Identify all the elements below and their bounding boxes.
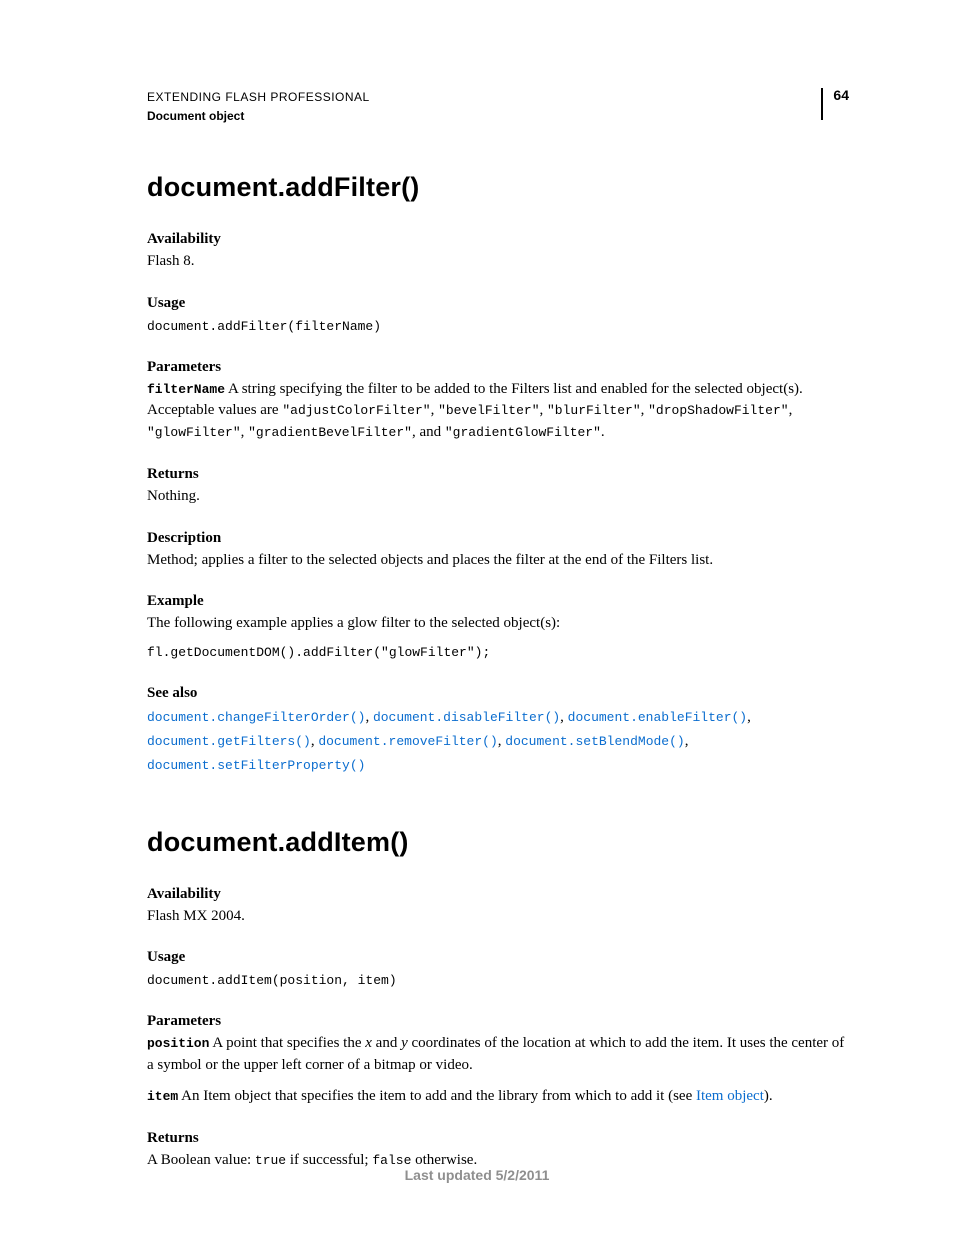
param-position-text: position A point that specifies the x an… (147, 1033, 849, 1077)
label-seealso: See also (147, 685, 849, 702)
link-enablefilter[interactable]: document.enableFilter() (568, 710, 747, 725)
link-item-object[interactable]: Item object (696, 1088, 764, 1104)
api-title-additem: document.addItem() (147, 827, 849, 858)
page-number: 64 (821, 88, 849, 120)
usage-code: document.addFilter(filterName) (147, 317, 849, 337)
availability-text: Flash 8. (147, 251, 849, 273)
returns-text: Nothing. (147, 486, 849, 508)
usage-code-2: document.addItem(position, item) (147, 971, 849, 991)
label-parameters: Parameters (147, 359, 849, 376)
link-disablefilter[interactable]: document.disableFilter() (373, 710, 560, 725)
param-position: position (147, 1036, 209, 1051)
param-item: item (147, 1089, 178, 1104)
link-removefilter[interactable]: document.removeFilter() (318, 734, 497, 749)
example-text: The following example applies a glow fil… (147, 613, 849, 635)
param-item-text: item An Item object that specifies the i… (147, 1086, 849, 1108)
page-container: EXTENDING FLASH PROFESSIONAL Document ob… (0, 0, 954, 1235)
param-filtername: filterName (147, 382, 225, 397)
header-doc-title: EXTENDING FLASH PROFESSIONAL (147, 88, 370, 107)
label-example: Example (147, 593, 849, 610)
api-title-addfilter: document.addFilter() (147, 172, 849, 203)
running-header: EXTENDING FLASH PROFESSIONAL Document ob… (147, 88, 849, 126)
seealso-links: document.changeFilterOrder(), document.d… (147, 705, 849, 777)
label-returns: Returns (147, 466, 849, 483)
label-usage: Usage (147, 295, 849, 312)
link-getfilters[interactable]: document.getFilters() (147, 734, 311, 749)
label-description: Description (147, 530, 849, 547)
header-section-title: Document object (147, 107, 370, 126)
header-left: EXTENDING FLASH PROFESSIONAL Document ob… (147, 88, 370, 126)
label-usage-2: Usage (147, 949, 849, 966)
parameters-text: filterName A string specifying the filte… (147, 379, 849, 444)
label-availability-2: Availability (147, 886, 849, 903)
link-setfilterproperty[interactable]: document.setFilterProperty() (147, 758, 365, 773)
example-code: fl.getDocumentDOM().addFilter("glowFilte… (147, 643, 849, 663)
link-changefilterorder[interactable]: document.changeFilterOrder() (147, 710, 365, 725)
label-parameters-2: Parameters (147, 1013, 849, 1030)
availability-text-2: Flash MX 2004. (147, 906, 849, 928)
label-returns-2: Returns (147, 1130, 849, 1147)
label-availability: Availability (147, 231, 849, 248)
description-text: Method; applies a filter to the selected… (147, 550, 849, 572)
link-setblendmode[interactable]: document.setBlendMode() (505, 734, 684, 749)
page-footer: Last updated 5/2/2011 (0, 1167, 954, 1183)
